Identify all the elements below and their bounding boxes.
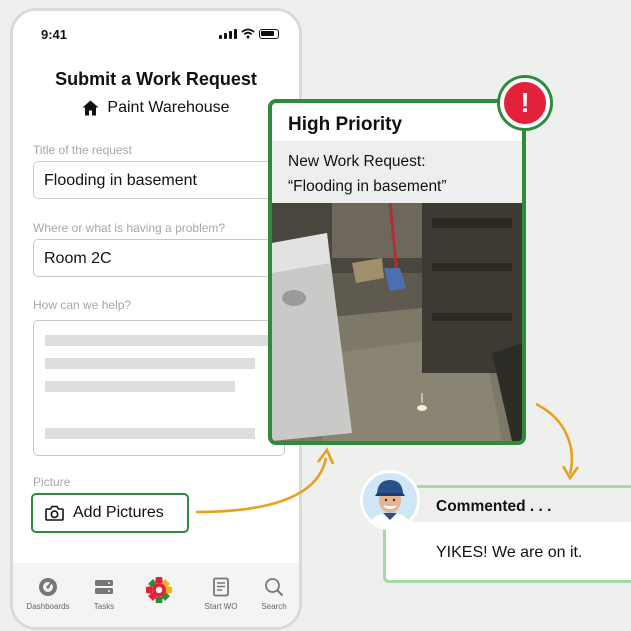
tab-dashboards-label: Dashboards bbox=[26, 602, 70, 611]
search-icon bbox=[265, 578, 284, 597]
wifi-icon bbox=[241, 28, 255, 39]
arrow-to-comment-head bbox=[561, 465, 580, 481]
add-pictures-label: Add Pictures bbox=[73, 504, 164, 521]
picture-label: Picture bbox=[33, 475, 71, 489]
placeholder-line bbox=[45, 335, 273, 346]
request-title-label: Title of the request bbox=[33, 143, 132, 157]
tab-tasks-label: Tasks bbox=[93, 602, 115, 611]
tab-search[interactable]: Search bbox=[249, 577, 299, 611]
app-logo-icon bbox=[146, 577, 172, 603]
home-icon bbox=[82, 100, 99, 116]
tab-start-wo[interactable]: Start WO bbox=[196, 577, 246, 611]
tab-tasks[interactable]: Tasks bbox=[79, 577, 129, 611]
status-time: 9:41 bbox=[41, 27, 68, 42]
problem-location-input[interactable]: Room 2C bbox=[33, 239, 285, 277]
camera-icon bbox=[45, 505, 64, 521]
placeholder-line bbox=[45, 381, 235, 392]
battery-icon bbox=[259, 29, 279, 39]
comment-card[interactable]: Commented . . . YIKES! We are on it. bbox=[383, 485, 631, 583]
help-description-textarea[interactable] bbox=[33, 320, 285, 456]
high-priority-alert-card[interactable]: High Priority New Work Request: “Floodin… bbox=[268, 99, 526, 445]
technician-face-icon bbox=[363, 473, 417, 527]
request-title-input[interactable]: Flooding in basement bbox=[33, 161, 285, 199]
phone-frame: 9:41 Submit a Work Request Paint Warehou… bbox=[10, 8, 302, 630]
arrow-to-alert-head bbox=[316, 447, 335, 465]
form-title: Submit a Work Request bbox=[55, 69, 257, 89]
help-description-label: How can we help? bbox=[33, 298, 132, 312]
flooded-basement-photo bbox=[272, 203, 522, 441]
alert-message-line2: “Flooding in basement” bbox=[288, 178, 447, 195]
comment-header: Commented . . . bbox=[386, 488, 631, 522]
tab-home-logo[interactable] bbox=[134, 575, 184, 605]
alert-message: New Work Request: “Flooding in basement” bbox=[272, 141, 522, 203]
technician-avatar bbox=[360, 470, 420, 530]
priority-alert-badge-icon: ! bbox=[500, 78, 550, 128]
tab-dashboards[interactable]: Dashboards bbox=[23, 577, 73, 611]
location-row: Paint Warehouse bbox=[13, 99, 299, 117]
start-work-order-icon bbox=[213, 577, 229, 597]
location-name: Paint Warehouse bbox=[107, 99, 230, 116]
status-icons bbox=[219, 28, 279, 39]
add-pictures-button[interactable]: Add Pictures bbox=[31, 493, 189, 533]
problem-location-label: Where or what is having a problem? bbox=[33, 221, 226, 235]
tasks-stack-icon bbox=[95, 580, 113, 594]
arrow-to-comment bbox=[535, 402, 574, 475]
placeholder-line bbox=[45, 428, 255, 439]
alert-message-line1: New Work Request: bbox=[288, 153, 426, 170]
signal-icon bbox=[219, 29, 237, 39]
alert-title: High Priority bbox=[288, 114, 403, 135]
placeholder-line bbox=[45, 358, 255, 369]
comment-text: YIKES! We are on it. bbox=[436, 544, 583, 561]
tab-search-label: Search bbox=[261, 602, 287, 611]
dashboard-gauge-icon bbox=[39, 578, 57, 596]
status-bar: 9:41 bbox=[13, 11, 299, 57]
tab-start-wo-label: Start WO bbox=[204, 602, 238, 611]
